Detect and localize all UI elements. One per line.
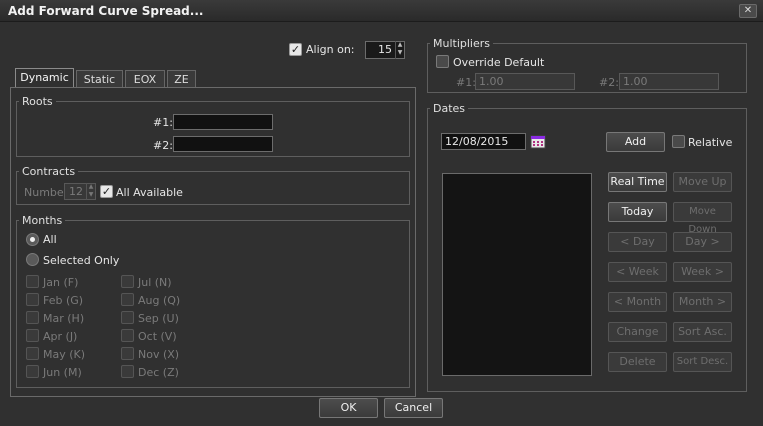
month-jul-checkbox[interactable]	[121, 275, 134, 288]
month-jun-label: Jun (M)	[43, 366, 82, 379]
tab-static[interactable]: Static	[76, 70, 123, 87]
months-selected-only-radio[interactable]	[26, 253, 39, 266]
add-date-button[interactable]: Add	[606, 132, 665, 152]
multiplier2-label: #2:	[599, 76, 619, 89]
next-day-button[interactable]: Day >	[673, 232, 732, 252]
window-title: Add Forward Curve Spread...	[8, 4, 204, 18]
month-sep-checkbox[interactable]	[121, 311, 134, 324]
month-jun-checkbox[interactable]	[26, 365, 39, 378]
multipliers-title: Multipliers	[430, 37, 494, 50]
months-all-label: All	[43, 233, 57, 246]
sort-desc-button[interactable]: Sort Desc.	[673, 352, 732, 372]
align-on-value: 15	[378, 43, 392, 56]
number-spin-arrows-icon[interactable]: ▲ ▼	[86, 183, 95, 200]
month-jul-label: Jul (N)	[138, 276, 172, 289]
month-feb-checkbox[interactable]	[26, 293, 39, 306]
today-button[interactable]: Today	[608, 202, 667, 222]
all-available-label: All Available	[116, 186, 183, 199]
real-time-button[interactable]: Real Time	[608, 172, 667, 192]
relative-label: Relative	[688, 136, 733, 149]
root1-label: #1:	[153, 116, 173, 129]
month-nov-checkbox[interactable]	[121, 347, 134, 360]
change-button[interactable]: Change	[608, 322, 667, 342]
calendar-icon[interactable]	[530, 134, 546, 149]
month-oct-label: Oct (V)	[138, 330, 177, 343]
month-aug-checkbox[interactable]	[121, 293, 134, 306]
dates-title: Dates	[430, 102, 469, 115]
close-icon: ✕	[743, 5, 753, 16]
contracts-title: Contracts	[19, 165, 79, 178]
month-jan-checkbox[interactable]	[26, 275, 39, 288]
next-month-button[interactable]: Month >	[673, 292, 732, 312]
override-default-label: Override Default	[453, 56, 545, 69]
relative-checkbox[interactable]	[672, 135, 685, 148]
prev-week-button[interactable]: < Week	[608, 262, 667, 282]
root1-input[interactable]	[173, 114, 273, 130]
month-jan-label: Jan (F)	[43, 276, 79, 289]
tab-dynamic[interactable]: Dynamic	[15, 68, 74, 87]
month-aug-label: Aug (Q)	[138, 294, 181, 307]
cancel-button[interactable]: Cancel	[384, 398, 443, 418]
sort-asc-button[interactable]: Sort Asc.	[673, 322, 732, 342]
month-dec-label: Dec (Z)	[138, 366, 179, 379]
month-feb-label: Feb (G)	[43, 294, 84, 307]
override-default-checkbox[interactable]	[436, 55, 449, 68]
month-sep-label: Sep (U)	[138, 312, 179, 325]
number-label: Number	[24, 186, 69, 199]
multiplier1-input[interactable]: 1.00	[475, 73, 575, 90]
move-down-button[interactable]: Move Down	[673, 202, 732, 235]
month-apr-checkbox[interactable]	[26, 329, 39, 342]
month-mar-label: Mar (H)	[43, 312, 85, 325]
month-may-label: May (K)	[43, 348, 86, 361]
number-value: 12	[69, 185, 83, 198]
all-available-checkbox[interactable]	[100, 185, 113, 198]
align-on-checkbox[interactable]	[289, 43, 302, 56]
month-oct-checkbox[interactable]	[121, 329, 134, 342]
date-input[interactable]: 12/08/2015	[441, 133, 526, 150]
root2-input[interactable]	[173, 136, 273, 152]
months-all-radio[interactable]	[26, 233, 39, 246]
roots-title: Roots	[19, 95, 56, 108]
months-selected-only-label: Selected Only	[43, 254, 120, 267]
months-title: Months	[19, 214, 66, 227]
dates-list[interactable]	[442, 173, 592, 376]
close-button[interactable]: ✕	[739, 4, 757, 18]
tab-ze[interactable]: ZE	[167, 70, 196, 87]
multiplier1-label: #1:	[456, 76, 476, 89]
prev-month-button[interactable]: < Month	[608, 292, 667, 312]
month-may-checkbox[interactable]	[26, 347, 39, 360]
month-apr-label: Apr (J)	[43, 330, 78, 343]
month-mar-checkbox[interactable]	[26, 311, 39, 324]
ok-button[interactable]: OK	[319, 398, 378, 418]
root2-label: #2:	[153, 139, 173, 152]
tab-eox[interactable]: EOX	[125, 70, 165, 87]
month-dec-checkbox[interactable]	[121, 365, 134, 378]
align-spin-arrows-icon[interactable]: ▲ ▼	[395, 41, 404, 59]
next-week-button[interactable]: Week >	[673, 262, 732, 282]
prev-day-button[interactable]: < Day	[608, 232, 667, 252]
move-up-button[interactable]: Move Up	[673, 172, 732, 192]
align-on-label: Align on:	[306, 43, 355, 56]
delete-button[interactable]: Delete	[608, 352, 667, 372]
month-nov-label: Nov (X)	[138, 348, 180, 361]
multiplier2-input[interactable]: 1.00	[619, 73, 719, 90]
